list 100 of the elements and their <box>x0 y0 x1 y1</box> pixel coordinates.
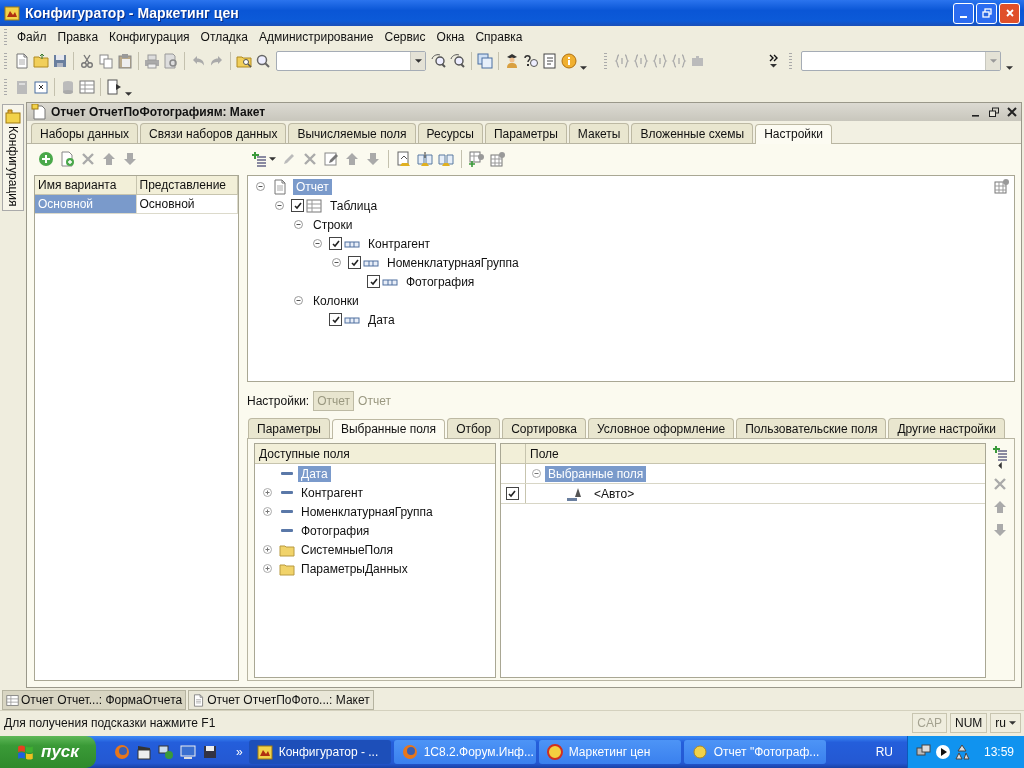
more-button[interactable]: » <box>236 745 243 759</box>
page-magnifier-icon[interactable] <box>163 53 179 69</box>
desktop-icon[interactable] <box>180 744 196 760</box>
combo-field[interactable] <box>801 51 1001 71</box>
recycle-icon[interactable] <box>953 744 970 760</box>
column-header[interactable]: Имя варианта <box>35 176 137 195</box>
tab[interactable]: Отбор <box>447 418 501 438</box>
collapse-icon[interactable] <box>313 239 322 248</box>
document-add-icon[interactable] <box>59 151 75 167</box>
grid-add-icon[interactable] <box>469 151 485 167</box>
field-item[interactable]: Контрагент <box>298 484 367 501</box>
network-icon[interactable] <box>158 744 174 760</box>
menu-item[interactable]: Справка <box>469 30 528 44</box>
new-document-icon[interactable] <box>14 53 30 69</box>
collapse-icon[interactable] <box>532 469 541 478</box>
menu-item[interactable]: Отладка <box>194 30 254 44</box>
tree-item[interactable]: Колонки <box>310 292 362 309</box>
tab[interactable]: Наборы данных <box>31 123 139 143</box>
checkbox[interactable] <box>348 256 361 269</box>
expand-icon[interactable] <box>263 507 272 516</box>
field-item[interactable]: <Авто> <box>591 485 638 502</box>
tree-item[interactable]: Контрагент <box>365 235 434 252</box>
caret-icon[interactable] <box>269 157 276 161</box>
find-next-icon[interactable] <box>431 53 447 69</box>
grid-gear-icon[interactable] <box>994 178 1010 194</box>
restore-button[interactable] <box>976 2 997 24</box>
close-button[interactable] <box>999 2 1020 24</box>
search-icon[interactable] <box>255 53 271 69</box>
restore-icon[interactable] <box>989 107 999 117</box>
tab[interactable]: Настройки <box>755 124 832 144</box>
window-tab[interactable]: Отчет ОтчетПоФото...: Макет <box>188 690 374 710</box>
open-folder-icon[interactable] <box>33 53 49 69</box>
collapse-icon[interactable] <box>294 296 303 305</box>
caret-icon[interactable] <box>125 92 132 96</box>
tab[interactable]: Сортировка <box>502 418 587 438</box>
save-icon[interactable] <box>52 53 68 69</box>
tree-item[interactable]: Строки <box>310 216 356 233</box>
scissors-icon[interactable] <box>79 53 95 69</box>
add-icon[interactable] <box>38 151 54 167</box>
book-up-icon[interactable] <box>417 151 433 167</box>
clipboard-icon[interactable] <box>117 53 133 69</box>
tab[interactable]: Ресурсы <box>417 123 483 143</box>
taskbar-button[interactable]: Конфигуратор - ... <box>248 740 391 764</box>
tab[interactable]: Выбранные поля <box>331 419 446 439</box>
document-up-icon[interactable] <box>396 151 412 167</box>
expand-icon[interactable] <box>263 488 272 497</box>
windows-icon[interactable] <box>477 53 493 69</box>
caret-icon[interactable] <box>1006 66 1013 70</box>
overflow-icon[interactable] <box>769 54 778 68</box>
side-tab[interactable]: Конфигурация <box>2 104 24 211</box>
tab[interactable]: Условное оформление <box>588 418 735 438</box>
checkbox[interactable] <box>291 199 304 212</box>
start-button[interactable]: пуск <box>0 736 96 768</box>
table-icon[interactable] <box>79 79 95 95</box>
tree-item[interactable]: Фотография <box>403 273 478 290</box>
document-play-icon[interactable] <box>106 79 122 95</box>
menu-item[interactable]: Конфигурация <box>103 30 195 44</box>
field-item[interactable]: СистемныеПоля <box>298 541 397 558</box>
collapse-icon[interactable] <box>275 201 284 210</box>
language-indicator[interactable]: RU <box>861 745 907 759</box>
person-icon[interactable] <box>504 53 520 69</box>
caret-icon[interactable] <box>580 66 587 70</box>
window-tab[interactable]: Отчет Отчет...: ФормаОтчета <box>2 690 187 710</box>
tab[interactable]: Другие настройки <box>888 418 1005 438</box>
language-selector[interactable]: ru <box>990 713 1021 733</box>
caret-icon[interactable] <box>998 462 1002 469</box>
tree-item[interactable]: Дата <box>365 311 398 328</box>
collapse-icon[interactable] <box>294 220 303 229</box>
collapse-icon[interactable] <box>332 258 341 267</box>
menu-item[interactable]: Файл <box>11 30 52 44</box>
window-cross-icon[interactable] <box>33 79 49 95</box>
column-header[interactable]: Поле <box>526 446 559 461</box>
floppy-icon[interactable] <box>202 744 218 760</box>
search-field[interactable] <box>276 51 426 71</box>
checkbox[interactable] <box>329 313 342 326</box>
menu-item[interactable]: Правка <box>51 30 104 44</box>
tab[interactable]: Параметры <box>484 123 567 143</box>
grid-gear-icon[interactable] <box>490 151 506 167</box>
folder-search-icon[interactable] <box>236 53 252 69</box>
tab[interactable]: Связи наборов данных <box>140 123 287 143</box>
menu-item[interactable]: Администрирование <box>253 30 379 44</box>
checkbox[interactable] <box>329 237 342 250</box>
expand-icon[interactable] <box>263 545 272 554</box>
menu-item[interactable]: Сервис <box>378 30 431 44</box>
play-icon[interactable] <box>934 744 951 760</box>
copy-icon[interactable] <box>98 53 114 69</box>
tab[interactable]: Макеты <box>568 123 630 143</box>
column-header[interactable]: Представление <box>136 176 238 195</box>
tab[interactable]: Вычисляемые поля <box>288 123 416 143</box>
expand-icon[interactable] <box>263 564 272 573</box>
help-search-icon[interactable] <box>523 53 539 69</box>
checkbox[interactable] <box>505 487 519 500</box>
checkbox[interactable] <box>367 275 380 288</box>
field-item[interactable]: Фотография <box>298 522 373 539</box>
find-previous-icon[interactable] <box>450 53 466 69</box>
clapper-icon[interactable] <box>136 744 152 760</box>
minimize-button[interactable] <box>953 2 974 24</box>
field-item[interactable]: НоменклатурнаяГруппа <box>298 503 436 520</box>
edit-document-icon[interactable] <box>323 151 339 167</box>
tree-item[interactable]: Таблица <box>327 197 381 214</box>
